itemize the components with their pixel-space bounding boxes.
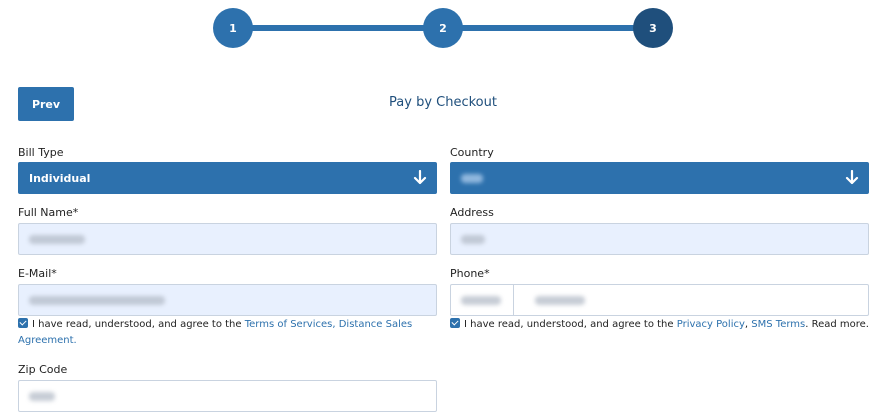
step-connector-1-2 bbox=[233, 25, 443, 31]
email-label: E-Mail* bbox=[18, 267, 57, 280]
terms-of-services-link[interactable]: Terms of Services, bbox=[245, 319, 336, 330]
terms-checkbox[interactable] bbox=[18, 318, 28, 328]
step-3-current[interactable]: 3 bbox=[633, 8, 673, 48]
agreement-separator: , bbox=[744, 319, 749, 330]
country-value-redacted bbox=[461, 173, 483, 183]
bill-type-select[interactable]: Individual bbox=[18, 162, 437, 194]
arrow-down-icon bbox=[845, 170, 859, 185]
read-more-text[interactable]: . Read more. bbox=[805, 319, 869, 330]
bill-type-value: Individual bbox=[29, 171, 91, 185]
phone-country-code-redacted[interactable] bbox=[461, 295, 501, 305]
zip-code-label: Zip Code bbox=[18, 363, 68, 376]
step-2[interactable]: 2 bbox=[423, 8, 463, 48]
phone-number-redacted bbox=[535, 295, 585, 305]
privacy-agreement-text: I have read, understood, and agree to th… bbox=[464, 319, 674, 330]
prev-button[interactable]: Prev bbox=[18, 87, 74, 121]
country-label: Country bbox=[450, 146, 494, 159]
arrow-down-icon bbox=[413, 170, 427, 185]
bill-type-label: Bill Type bbox=[18, 146, 64, 159]
address-label: Address bbox=[450, 206, 494, 219]
full-name-label: Full Name* bbox=[18, 206, 79, 219]
phone-divider bbox=[513, 285, 514, 316]
full-name-value-redacted bbox=[29, 234, 85, 244]
email-input[interactable] bbox=[18, 284, 437, 316]
privacy-checkbox[interactable] bbox=[450, 318, 460, 328]
page-title: Pay by Checkout bbox=[389, 95, 497, 110]
progress-stepper: 1 2 3 bbox=[213, 8, 673, 48]
email-value-redacted bbox=[29, 295, 165, 305]
step-1[interactable]: 1 bbox=[213, 8, 253, 48]
privacy-agreement: I have read, understood, and agree to th… bbox=[450, 317, 880, 333]
zip-code-input[interactable] bbox=[18, 380, 437, 412]
privacy-policy-link[interactable]: Privacy Policy bbox=[677, 319, 745, 330]
full-name-input[interactable] bbox=[18, 223, 437, 255]
address-input[interactable] bbox=[450, 223, 869, 255]
phone-label: Phone* bbox=[450, 267, 490, 280]
step-connector-2-3 bbox=[443, 25, 653, 31]
terms-agreement: I have read, understood, and agree to th… bbox=[18, 317, 438, 349]
country-select[interactable] bbox=[450, 162, 869, 194]
address-value-redacted bbox=[461, 234, 485, 244]
terms-agreement-text: I have read, understood, and agree to th… bbox=[32, 319, 242, 330]
sms-terms-link[interactable]: SMS Terms bbox=[751, 319, 805, 330]
zip-code-value-redacted bbox=[29, 391, 55, 401]
